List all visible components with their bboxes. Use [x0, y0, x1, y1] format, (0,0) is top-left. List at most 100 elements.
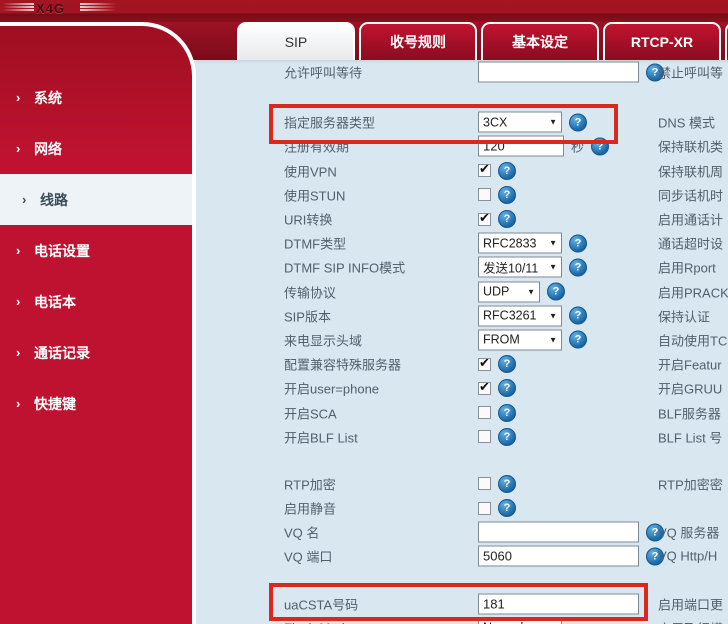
- selected-value: 3CX: [483, 115, 508, 130]
- right-column-label-blf-list: BLF List 号: [658, 430, 723, 446]
- row-dtmf-sip-info-mode: DTMF SIP INFO模式 发送10/11 ▼? 启用Rport: [196, 255, 728, 279]
- field-label-uacsta-number: uaCSTA号码: [284, 597, 359, 613]
- help-icon[interactable]: ?: [498, 161, 516, 180]
- field-label-dtmf-type: DTMF类型: [284, 236, 347, 252]
- field-control-user-phone: ?: [478, 379, 516, 398]
- sidebar-item-label: 电话本: [34, 293, 76, 310]
- dtmf-type-select[interactable]: RFC2833 ▼: [478, 232, 562, 254]
- server-type-select[interactable]: 3CX ▼: [478, 111, 562, 133]
- row-call-waiting: 允许呼叫等待? 禁止呼叫等: [196, 60, 728, 84]
- use-vpn-checkbox[interactable]: [478, 161, 491, 178]
- field-label-sip-version: SIP版本: [284, 309, 331, 325]
- row-use-stun: 使用STUN? 同步话机时: [196, 183, 728, 207]
- help-icon[interactable]: ?: [498, 379, 516, 398]
- selected-value: UDP: [483, 284, 510, 299]
- dropdown-arrow-icon: ▼: [549, 238, 557, 248]
- row-special-server: 配置兼容特殊服务器? 开启Featur: [196, 352, 728, 376]
- chevron-right-icon: ›: [16, 243, 21, 258]
- right-column-label-vq-port: VQ Http/H: [658, 548, 718, 564]
- chevron-right-icon: ›: [22, 192, 27, 207]
- field-label-uri-convert: URI转换: [284, 212, 333, 228]
- field-label-register-expire: 注册有效期: [284, 139, 350, 155]
- sidebar-item-system[interactable]: › 系统: [0, 72, 192, 123]
- row-dtmf-type: DTMF类型 RFC2833 ▼? 通话超时设: [196, 231, 728, 255]
- field-label-rtp-encrypt: RTP加密: [284, 477, 336, 493]
- help-icon[interactable]: ?: [547, 282, 565, 301]
- row-register-expire: 注册有效期 秒? 保持联机类: [196, 134, 728, 158]
- help-icon[interactable]: ?: [498, 499, 516, 518]
- field-control-sip-version: RFC3261 ▼?: [478, 305, 587, 327]
- field-label-vq-port: VQ 端口: [284, 549, 333, 565]
- use-stun-checkbox[interactable]: [478, 188, 491, 202]
- chevron-right-icon: ›: [16, 294, 21, 309]
- help-icon[interactable]: ?: [498, 210, 516, 229]
- logo-decor-lines-left: [2, 3, 34, 12]
- enable-mute-checkbox[interactable]: [478, 501, 491, 515]
- dropdown-arrow-icon: ▼: [527, 287, 535, 297]
- tab-rtcp-xr[interactable]: RTCP-XR: [603, 22, 721, 60]
- special-server-checkbox[interactable]: [478, 355, 491, 371]
- field-label-dtmf-sip-info-mode: DTMF SIP INFO模式: [284, 260, 406, 276]
- field-label-special-server: 配置兼容特殊服务器: [284, 357, 402, 373]
- sidebar-item-label: 系统: [34, 89, 62, 106]
- chevron-right-icon: ›: [16, 90, 21, 105]
- user-phone-checkbox[interactable]: [478, 379, 491, 395]
- uri-convert-checkbox[interactable]: [478, 210, 491, 226]
- field-control-rtp-encrypt: ?: [478, 474, 516, 493]
- help-icon[interactable]: ?: [569, 234, 587, 253]
- sip-version-select[interactable]: RFC3261 ▼: [478, 305, 562, 327]
- register-expire-unit-label: 秒: [571, 139, 585, 155]
- sidebar-item-function-key[interactable]: › 快捷键: [0, 378, 192, 429]
- sidebar-item-call-log[interactable]: › 通话记录: [0, 327, 192, 378]
- right-column-label-user-phone: 开启GRUU: [658, 381, 723, 397]
- tab-sip[interactable]: SIP: [237, 22, 355, 60]
- field-control-register-expire: 秒?: [478, 135, 610, 157]
- chevron-right-icon: ›: [16, 345, 21, 360]
- flash-mode-select[interactable]: Normal▼: [478, 617, 562, 624]
- dtmf-sip-info-mode-select[interactable]: 发送10/11 ▼: [478, 256, 562, 278]
- vq-port-input[interactable]: [478, 545, 639, 567]
- page: X4G SIP 收号规则 基本设定 RTCP-XR › 系统 › 网络 › 线路 › 电话设置 › 电话…: [0, 0, 728, 624]
- sca-checkbox[interactable]: [478, 406, 491, 420]
- register-expire-input[interactable]: [478, 135, 564, 157]
- right-column-label-sca: BLF服务器: [658, 406, 721, 422]
- sidebar-item-phonebook[interactable]: › 电话本: [0, 276, 192, 327]
- help-icon[interactable]: ?: [498, 474, 516, 493]
- blf-list-checkbox[interactable]: [478, 430, 491, 444]
- call-waiting-input[interactable]: [478, 61, 639, 83]
- right-column-label-sip-version: 保持认证: [658, 309, 711, 325]
- field-label-use-vpn: 使用VPN: [284, 164, 337, 180]
- field-control-special-server: ?: [478, 355, 516, 374]
- row-transport: 传输协议 UDP ▼? 启用PRACK: [196, 280, 728, 304]
- field-label-server-type: 指定服务器类型: [284, 115, 376, 131]
- vq-name-input[interactable]: [478, 521, 639, 543]
- sidebar-item-phone-settings[interactable]: › 电话设置: [0, 225, 192, 276]
- field-control-flash-mode: Normal▼: [478, 617, 562, 624]
- transport-select[interactable]: UDP ▼: [478, 281, 540, 303]
- right-column-label-uacsta-number: 启用端口更: [658, 597, 724, 613]
- right-column-label-flash-mode: 启用飞行模: [658, 618, 723, 624]
- uacsta-number-input[interactable]: [478, 593, 639, 615]
- help-icon[interactable]: ?: [498, 355, 516, 374]
- help-icon[interactable]: ?: [569, 113, 587, 132]
- field-control-vq-port: ?: [478, 545, 664, 567]
- tab-bar: SIP 收号规则 基本设定 RTCP-XR: [237, 22, 728, 60]
- right-column-label-server-type: DNS 模式: [658, 115, 716, 131]
- row-sip-version: SIP版本 RFC3261 ▼? 保持认证: [196, 304, 728, 328]
- help-icon[interactable]: ?: [569, 330, 587, 349]
- tab-basic-settings[interactable]: 基本设定: [481, 22, 599, 60]
- help-icon[interactable]: ?: [591, 137, 610, 156]
- help-icon[interactable]: ?: [569, 258, 587, 277]
- sidebar-item-line[interactable]: › 线路: [0, 174, 192, 225]
- caller-id-header-select[interactable]: FROM ▼: [478, 329, 562, 351]
- help-icon[interactable]: ?: [569, 306, 587, 325]
- tab-dial-plan[interactable]: 收号规则: [359, 22, 477, 60]
- rtp-encrypt-checkbox[interactable]: [478, 477, 491, 491]
- help-icon[interactable]: ?: [498, 427, 516, 446]
- field-control-caller-id-header: FROM ▼?: [478, 329, 587, 351]
- help-icon[interactable]: ?: [498, 403, 516, 422]
- field-label-transport: 传输协议: [284, 285, 337, 301]
- help-icon[interactable]: ?: [498, 185, 516, 204]
- sidebar-item-network[interactable]: › 网络: [0, 123, 192, 174]
